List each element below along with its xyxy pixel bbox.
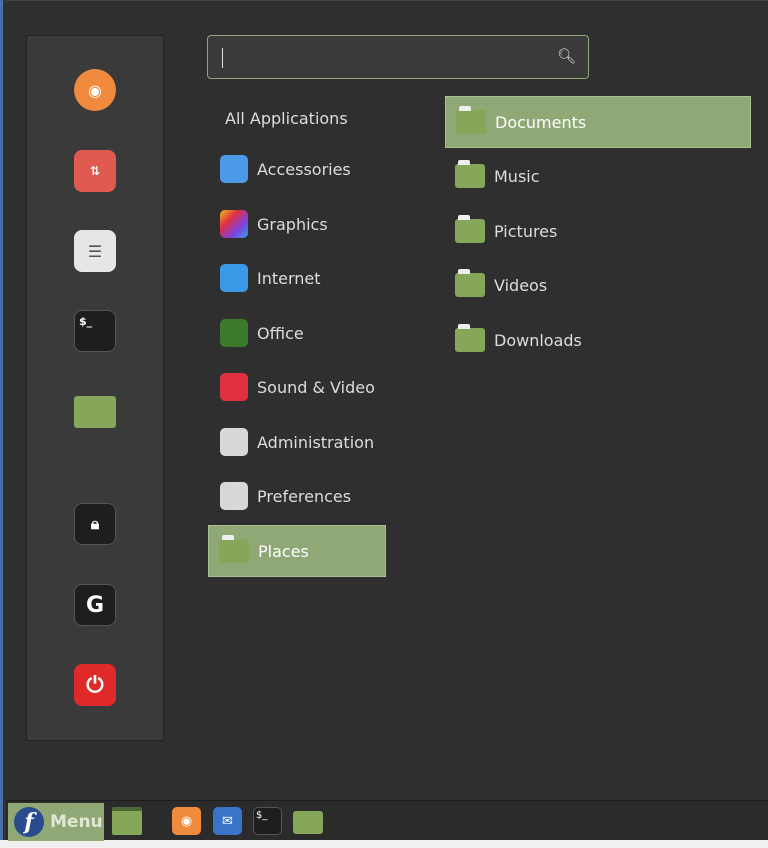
downloads-folder-icon: [455, 324, 485, 352]
category-label: Administration: [257, 432, 375, 452]
office-icon: [220, 319, 248, 347]
place-label: Downloads: [494, 330, 582, 350]
category-internet[interactable]: Internet: [208, 252, 386, 304]
category-sound-video[interactable]: Sound & Video: [208, 361, 386, 413]
fedora-logo-icon: f: [14, 807, 44, 837]
application-menu: ◉ ⇅ ☰ $_ 🔒︎ G ⏻ 🔍︎ All Applications Acce…: [6, 0, 768, 800]
favorites-panel: ◉ ⇅ ☰ $_ 🔒︎ G ⏻: [26, 35, 164, 741]
desktop: ◉ ⇅ ☰ $_ 🔒︎ G ⏻ 🔍︎ All Applications Acce…: [0, 0, 768, 841]
category-all-applications[interactable]: All Applications: [208, 92, 386, 144]
menu-label: Menu: [50, 812, 103, 832]
toggles-icon[interactable]: ☰: [74, 230, 116, 272]
category-label: All Applications: [225, 108, 348, 128]
category-preferences[interactable]: Preferences: [208, 470, 386, 522]
category-places[interactable]: Places: [208, 525, 386, 577]
place-label: Music: [494, 166, 540, 186]
folder-icon[interactable]: [293, 811, 323, 834]
graphics-icon: [220, 210, 248, 238]
software-manager-icon[interactable]: ⇅: [74, 150, 116, 192]
category-administration[interactable]: Administration: [208, 416, 386, 468]
menu-button[interactable]: f Menu: [8, 803, 104, 841]
place-label: Videos: [494, 275, 548, 295]
search-icon: 🔍︎: [556, 47, 576, 65]
category-label: Office: [257, 323, 304, 343]
folder-icon[interactable]: [74, 396, 116, 428]
category-label: Accessories: [257, 159, 351, 179]
place-music[interactable]: Music: [445, 150, 751, 202]
documents-folder-icon: [456, 106, 486, 134]
firefox-icon[interactable]: ◉: [74, 69, 116, 111]
taskbar: f Menu ◉ ✉ $_: [6, 800, 768, 841]
firefox-icon[interactable]: ◉: [172, 807, 201, 835]
music-folder-icon: [455, 160, 485, 188]
text-cursor: [222, 48, 223, 68]
cloud-icon: [220, 264, 248, 292]
preferences-icon: [220, 482, 248, 510]
accessories-icon: [220, 155, 248, 183]
power-icon[interactable]: ⏻: [74, 664, 116, 706]
terminal-icon[interactable]: $_: [253, 807, 282, 835]
terminal-icon[interactable]: $_: [74, 310, 116, 352]
show-desktop-icon[interactable]: [112, 807, 142, 835]
lock-icon[interactable]: 🔒︎: [74, 503, 116, 545]
mail-icon[interactable]: ✉: [213, 807, 242, 835]
category-label: Preferences: [257, 486, 352, 506]
folder-icon: [219, 535, 249, 563]
place-label: Pictures: [494, 221, 558, 241]
search-input[interactable]: 🔍︎: [207, 35, 589, 79]
place-videos[interactable]: Videos: [445, 259, 751, 311]
category-label: Internet: [257, 268, 321, 288]
place-pictures[interactable]: Pictures: [445, 205, 751, 257]
videos-folder-icon: [455, 269, 485, 297]
category-label: Sound & Video: [257, 377, 375, 397]
logout-icon[interactable]: G: [74, 584, 116, 626]
category-graphics[interactable]: Graphics: [208, 198, 386, 250]
pictures-folder-icon: [455, 215, 485, 243]
administration-icon: [220, 428, 248, 456]
category-office[interactable]: Office: [208, 307, 386, 359]
category-accessories[interactable]: Accessories: [208, 143, 386, 195]
place-label: Documents: [495, 112, 587, 132]
category-label: Places: [258, 541, 309, 561]
place-documents[interactable]: Documents: [445, 96, 751, 148]
category-label: Graphics: [257, 214, 328, 234]
play-icon: [220, 373, 248, 401]
place-downloads[interactable]: Downloads: [445, 314, 751, 366]
